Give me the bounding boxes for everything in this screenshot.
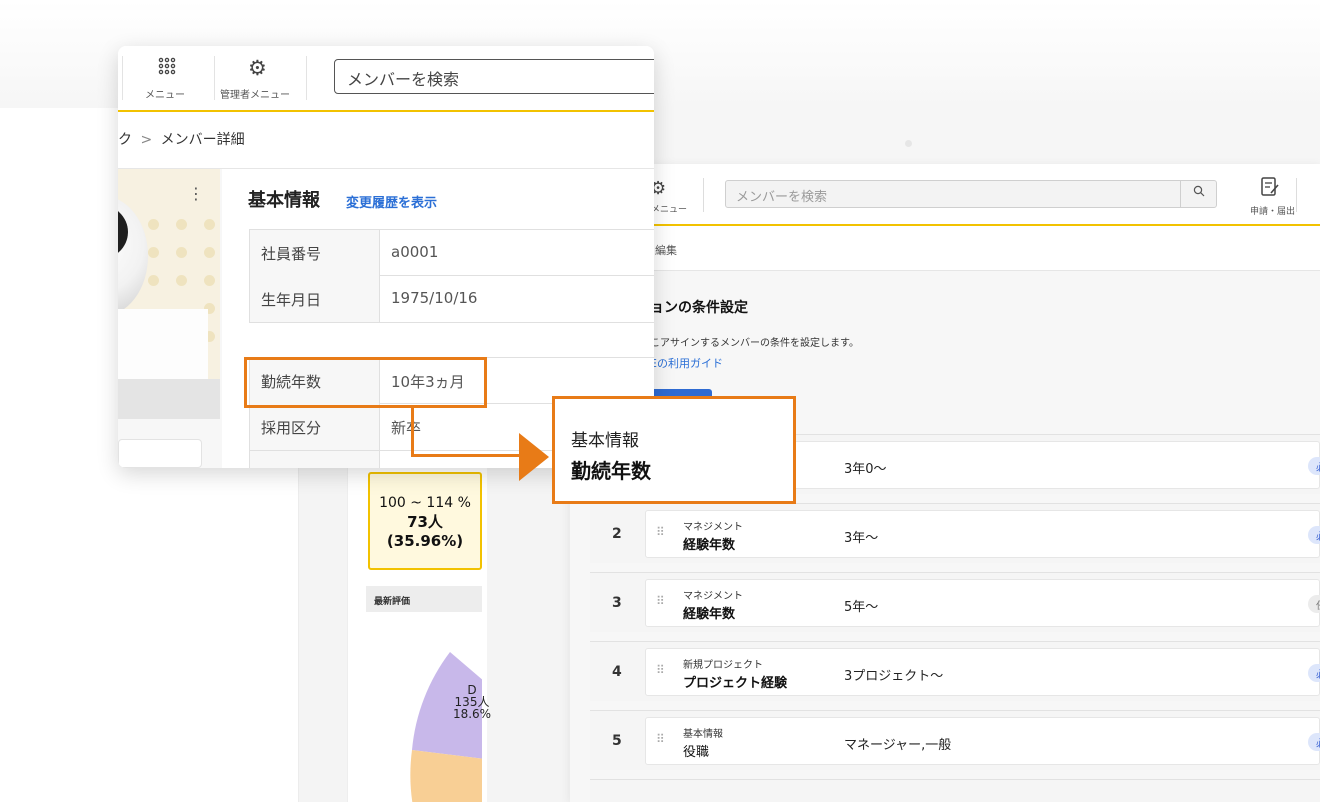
profile-photo-footer bbox=[118, 379, 220, 419]
condition-value: 3年〜 bbox=[844, 531, 879, 546]
breadcrumb[interactable]: 編集 bbox=[655, 242, 677, 258]
condition-category: 新規プロジェクト bbox=[683, 660, 763, 671]
guide-link[interactable]: Eの利用ガイド bbox=[650, 355, 723, 371]
divider bbox=[306, 56, 307, 100]
required-badge: 必 bbox=[1308, 733, 1320, 751]
condition-row[interactable]: 3 ⠿ マネジメント 経験年数 5年〜 任 bbox=[590, 572, 1320, 632]
pie-slice-label: D 135人 18.6% bbox=[452, 684, 492, 720]
condition-value: 3プロジェクト〜 bbox=[844, 669, 944, 684]
condition-item[interactable]: ⠿ マネジメント 経験年数 3年〜 必 bbox=[645, 510, 1320, 558]
count-label: 73人 bbox=[407, 513, 443, 531]
profile-card-below bbox=[118, 439, 202, 468]
row-number: 2 bbox=[612, 526, 622, 542]
row-number: 5 bbox=[612, 733, 622, 749]
latest-evaluation-heading: 最新評価 bbox=[366, 586, 482, 612]
divider bbox=[1296, 178, 1297, 212]
table-row: 社員番号 a0001 bbox=[249, 229, 654, 276]
breadcrumb-current: メンバー詳細 bbox=[160, 132, 245, 148]
field-value: a0001 bbox=[391, 243, 439, 261]
field-label: 社員番号 bbox=[250, 230, 380, 276]
required-badge: 必 bbox=[1308, 457, 1320, 475]
required-badge: 必 bbox=[1308, 664, 1320, 682]
condition-row[interactable]: 4 ⠿ 新規プロジェクト プロジェクト経験 3プロジェクト〜 必 bbox=[590, 641, 1320, 701]
app-header: ⚙ 者メニュー メンバーを検索 申請・届出 bbox=[570, 164, 1320, 226]
drag-handle-icon[interactable]: ⠿ bbox=[656, 663, 665, 677]
breadcrumb-parent[interactable]: ク bbox=[118, 132, 132, 148]
condition-name: 役職 bbox=[683, 745, 710, 760]
condition-value: マネージャー,一般 bbox=[844, 738, 952, 753]
arrow-right-icon bbox=[519, 433, 549, 481]
condition-item[interactable]: ⠿ 基本情報 役職 マネージャー,一般 必 bbox=[645, 717, 1320, 765]
row-number: 3 bbox=[612, 595, 622, 611]
field-label: 生年月日 bbox=[250, 276, 380, 322]
pie-slice-orange[interactable] bbox=[410, 750, 482, 802]
profile-photo-lower bbox=[118, 309, 208, 379]
row-number: 4 bbox=[612, 664, 622, 680]
divider bbox=[214, 56, 215, 100]
percent-label: (35.96%) bbox=[386, 532, 464, 550]
condition-value: 3年0〜 bbox=[844, 462, 887, 477]
drag-handle-icon[interactable]: ⠿ bbox=[656, 732, 665, 746]
connector-line bbox=[411, 408, 414, 457]
drag-handle-icon[interactable]: ⠿ bbox=[656, 525, 665, 539]
condition-name: 経験年数 bbox=[683, 538, 736, 553]
form-icon[interactable] bbox=[1260, 176, 1280, 203]
condition-name: 経験年数 bbox=[683, 607, 736, 622]
table-row: 生年月日 1975/10/16 bbox=[249, 276, 654, 323]
condition-value: 5年〜 bbox=[844, 600, 879, 615]
chevron-right-icon: > bbox=[140, 132, 153, 148]
range-label: 100 ~ 114 % bbox=[379, 495, 471, 511]
search-input[interactable]: メンバーを検索 bbox=[725, 180, 1217, 208]
pie-percent: 18.6% bbox=[452, 707, 492, 721]
admin-menu-label[interactable]: 管理者メニュー bbox=[220, 86, 290, 101]
field-value: 1975/10/16 bbox=[391, 289, 478, 307]
search-icon[interactable] bbox=[1180, 180, 1217, 208]
breadcrumb: ク > メンバー詳細 bbox=[118, 129, 245, 149]
condition-row[interactable]: 2 ⠿ マネジメント 経験年数 3年〜 必 bbox=[590, 503, 1320, 563]
apply-menu-label[interactable]: 申請・届出 bbox=[1250, 204, 1295, 217]
section-title: 基本情報 bbox=[248, 190, 320, 211]
distribution-highlight[interactable]: 100 ~ 114 % 73人 (35.96%) bbox=[368, 472, 482, 570]
field-value: 新卒 bbox=[391, 419, 422, 437]
highlight-frame bbox=[244, 357, 487, 408]
drag-handle-icon[interactable]: ⠿ bbox=[656, 594, 665, 608]
backdrop-band bbox=[654, 108, 1320, 164]
optional-badge: 任 bbox=[1308, 595, 1320, 613]
grid-icon[interactable] bbox=[157, 56, 177, 76]
backdrop-dot bbox=[905, 140, 912, 147]
condition-row[interactable] bbox=[590, 779, 1320, 802]
callout-box: 基本情報 勤続年数 bbox=[552, 396, 796, 504]
condition-category: マネジメント bbox=[683, 591, 743, 602]
connector-line bbox=[411, 454, 521, 457]
condition-item[interactable]: ⠿ 新規プロジェクト プロジェクト経験 3プロジェクト〜 必 bbox=[645, 648, 1320, 696]
condition-row[interactable]: 5 ⠿ 基本情報 役職 マネージャー,一般 必 bbox=[590, 710, 1320, 770]
divider bbox=[703, 178, 704, 212]
page-description: こアサインするメンバーの条件を設定します。 bbox=[650, 338, 859, 349]
callout-field: 勤続年数 bbox=[571, 459, 651, 483]
callout-category: 基本情報 bbox=[571, 431, 639, 451]
required-badge: 必 bbox=[1308, 526, 1320, 544]
app-header: メニュー ⚙ 管理者メニュー メンバーを検索 bbox=[118, 46, 654, 112]
condition-category: 基本情報 bbox=[683, 729, 723, 740]
change-history-link[interactable]: 変更履歴を表示 bbox=[346, 192, 437, 211]
field-label: 採用区分 bbox=[250, 404, 380, 450]
condition-name: プロジェクト経験 bbox=[683, 676, 788, 691]
kebab-icon[interactable]: ⋮ bbox=[188, 184, 204, 203]
search-input[interactable]: メンバーを検索 bbox=[334, 59, 654, 94]
menu-label[interactable]: メニュー bbox=[145, 86, 185, 101]
divider bbox=[122, 56, 123, 100]
field-label bbox=[250, 451, 380, 468]
gear-icon[interactable]: ⚙ bbox=[248, 56, 267, 80]
condition-category: マネジメント bbox=[683, 522, 743, 533]
condition-item[interactable]: ⠿ マネジメント 経験年数 5年〜 任 bbox=[645, 579, 1320, 627]
page-title: ョンの条件設定 bbox=[650, 300, 748, 316]
